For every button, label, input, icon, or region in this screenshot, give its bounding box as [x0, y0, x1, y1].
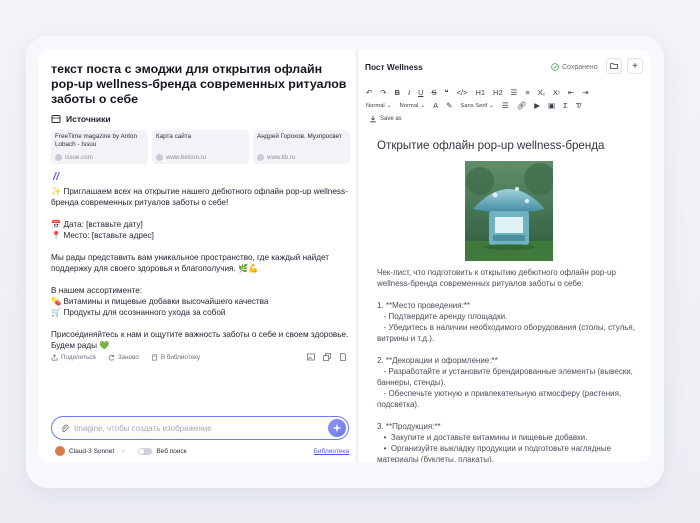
- chevron-down-icon: ⌄: [489, 102, 495, 109]
- web-search-toggle[interactable]: Веб поиск: [138, 447, 187, 455]
- bullet-list-icon[interactable]: ≡: [525, 88, 529, 97]
- favicon-icon: [156, 154, 163, 161]
- sources-list: FreeTime magazine by Anton Lobach - Issu…: [51, 130, 350, 164]
- paragraph: 📅 Дата: [вставьте дату] 📍 Место: [вставь…: [51, 220, 154, 240]
- response-text: ✨ Приглашаем всех на открытие нашего деб…: [51, 186, 351, 362]
- document-icon[interactable]: [339, 353, 347, 361]
- chevron-down-icon: ⌄: [386, 102, 392, 109]
- new-document-button[interactable]: +: [627, 58, 643, 74]
- image-icon[interactable]: [307, 353, 315, 361]
- library-link[interactable]: Библиотека: [314, 448, 349, 455]
- heading-select[interactable]: Normal ⌄: [400, 103, 426, 109]
- share-icon: [51, 353, 58, 360]
- toolbar-row-1: ↶ ↷ B I U S ❝ </> H1 H2 ☰ ≡ X₂ X² ⇤ ⇥: [366, 88, 589, 97]
- formula-icon[interactable]: Σ: [563, 101, 568, 110]
- editor-panel: Пост Wellness Сохранено + ↶ ↷ B I U S ❝ …: [357, 50, 651, 462]
- redo-icon[interactable]: ↷: [380, 88, 386, 97]
- paragraph: 3. **Продукция:** • Закупите и доставьте…: [377, 422, 612, 462]
- h1-button[interactable]: H1: [475, 88, 485, 97]
- paperclip-icon[interactable]: [60, 424, 69, 433]
- paragraph: 2. **Декорации и оформление:** - Разрабо…: [377, 356, 633, 409]
- code-icon[interactable]: </>: [457, 88, 468, 97]
- source-card[interactable]: Андрей Горохов. Музпросвет www.lib.ru: [253, 130, 350, 164]
- toggle-switch[interactable]: [138, 447, 153, 455]
- regenerate-button[interactable]: Заново: [108, 354, 139, 361]
- favicon-icon: [257, 154, 264, 161]
- prompt-input[interactable]: [74, 423, 314, 433]
- ordered-list-icon[interactable]: ☰: [511, 88, 518, 97]
- outdent-icon[interactable]: ⇤: [568, 88, 574, 97]
- prompt-box: [51, 416, 349, 440]
- post-title: текст поста с эмоджи для открытия офлайн…: [51, 62, 347, 106]
- model-icon: [55, 446, 65, 456]
- document-title: Открытие офлайн pop-up wellness-бренда: [377, 139, 605, 152]
- text-color-icon[interactable]: A: [433, 101, 438, 110]
- model-selector[interactable]: Claud-3 Sonnet ›: [55, 446, 124, 456]
- video-icon[interactable]: ▶: [534, 101, 540, 110]
- strikethrough-button[interactable]: S: [432, 88, 437, 97]
- paragraph: Чек-лист, что подготовить к открытию деб…: [377, 268, 616, 288]
- image-icon[interactable]: ▣: [548, 101, 555, 110]
- send-button[interactable]: [328, 419, 346, 437]
- composer-options: Claud-3 Sonnet › Веб поиск Библиотека: [55, 446, 349, 456]
- save-as-button[interactable]: Save as: [369, 115, 402, 123]
- subscript-button[interactable]: X₂: [538, 88, 545, 97]
- response-marker: //: [53, 171, 60, 183]
- toolbar-row-2: Normal ⌄ Normal ⌄ A ✎ Sans Serif ⌄ ☰ 🔗︎ ▶ ▣…: [366, 101, 580, 110]
- source-card[interactable]: FreeTime magazine by Anton Lobach - Issu…: [51, 130, 148, 164]
- paragraph: Мы рады представить вам уникальное прост…: [51, 253, 330, 273]
- undo-icon[interactable]: ↶: [366, 88, 372, 97]
- paragraph: В нашем ассортименте: 💊 Витамины и пищев…: [51, 286, 269, 317]
- indent-icon[interactable]: ⇥: [582, 88, 588, 97]
- h2-button[interactable]: H2: [493, 88, 503, 97]
- sparkle-icon: [332, 423, 342, 433]
- sources-heading: Источники: [51, 114, 111, 124]
- share-button[interactable]: Поделиться: [51, 354, 96, 361]
- copy-icon[interactable]: [323, 353, 331, 361]
- chevron-right-icon: ›: [122, 447, 125, 455]
- favicon-icon: [55, 154, 62, 161]
- chat-panel: текст поста с эмоджи для открытия офлайн…: [39, 50, 355, 462]
- chevron-down-icon: ⌄: [420, 102, 426, 109]
- paragraph: 1. **Место проведения:** - Подтвердите а…: [377, 301, 635, 343]
- quote-icon[interactable]: ❝: [445, 88, 449, 97]
- document-body: Чек-лист, что подготовить к открытию деб…: [377, 267, 643, 462]
- clear-format-icon[interactable]: T̸: [576, 101, 581, 110]
- book-icon: [51, 115, 61, 123]
- size-select[interactable]: Normal ⌄: [366, 103, 392, 109]
- bold-button[interactable]: B: [395, 88, 400, 97]
- check-circle-icon: [551, 63, 559, 71]
- document-name: Пост Wellness: [365, 62, 423, 72]
- underline-button[interactable]: U: [418, 88, 423, 97]
- source-card[interactable]: Карта сайта www.beicon.ru: [152, 130, 249, 164]
- response-actions: Поделиться Заново В библиотеку: [51, 353, 347, 361]
- add-to-library-button[interactable]: В библиотеку: [151, 354, 200, 361]
- superscript-button[interactable]: X²: [553, 88, 560, 97]
- link-icon[interactable]: 🔗︎: [517, 101, 527, 110]
- paragraph: ✨ Приглашаем всех на открытие нашего деб…: [51, 187, 348, 207]
- paragraph: Присоединяйтесь к нам и ощутите важность…: [51, 330, 349, 350]
- align-icon[interactable]: ☰: [502, 101, 509, 110]
- folder-button[interactable]: [606, 58, 622, 74]
- folder-icon: [610, 63, 618, 69]
- italic-button[interactable]: I: [408, 88, 410, 97]
- refresh-icon: [108, 354, 114, 360]
- save-status: Сохранено: [551, 63, 598, 71]
- font-select[interactable]: Sans Serif ⌄: [460, 103, 494, 109]
- library-icon: [151, 354, 157, 360]
- download-icon: [370, 115, 376, 123]
- mushroom-kiosk-image: [465, 161, 553, 261]
- plus-icon: +: [632, 60, 638, 72]
- highlight-icon[interactable]: ✎: [446, 101, 452, 110]
